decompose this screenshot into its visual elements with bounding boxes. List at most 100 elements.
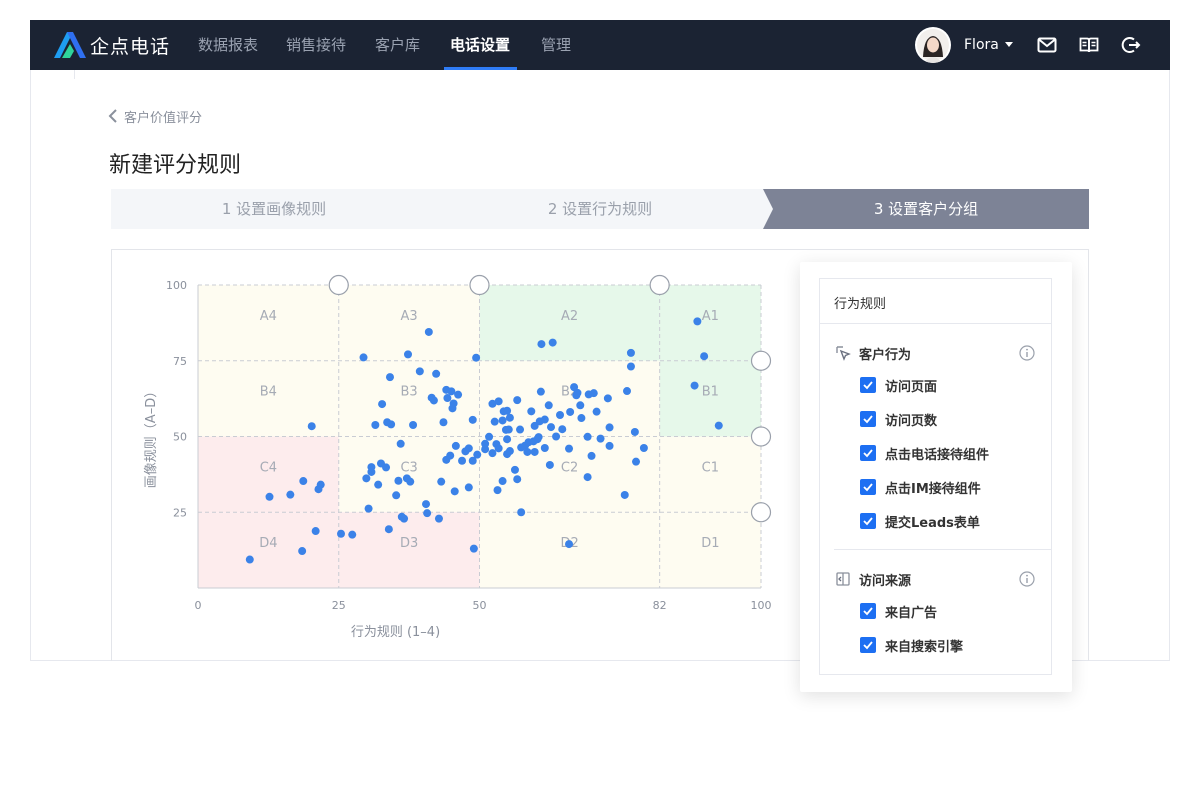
nav-item-sales[interactable]: 销售接待 [286,20,346,70]
checkbox-from-search[interactable]: 来自搜索引擎 [860,636,963,655]
info-icon[interactable] [1019,571,1035,587]
checkbox-submit-leads[interactable]: 提交Leads表单 [860,512,980,531]
data-point [378,400,387,409]
data-point [337,529,346,538]
data-point [392,491,401,500]
x-tick-label: 50 [473,599,487,612]
checkbox-checked-icon[interactable] [860,603,876,619]
data-point [400,514,409,523]
data-point [481,439,490,448]
data-point [513,475,522,484]
data-point [545,460,554,469]
data-point [422,500,431,509]
checkbox-checked-icon[interactable] [860,377,876,393]
avatar-portrait-icon [917,29,949,63]
x-tick-label: 25 [332,599,346,612]
data-point [577,414,586,423]
source-icon [836,572,850,586]
checkbox-visit-pages-count[interactable]: 访问页数 [860,410,938,429]
checkbox-click-im-widget[interactable]: 点击IM接待组件 [860,478,981,497]
data-point [513,396,522,405]
data-point [409,420,418,429]
checkbox-checked-icon[interactable] [860,445,876,461]
step-2[interactable]: 2 设置行为规则 [437,189,763,229]
drag-handle[interactable] [750,350,772,371]
y-axis-label: 画像规则（A–D） [144,385,159,488]
data-point [556,410,565,419]
data-point [632,457,641,466]
drag-handle[interactable] [469,274,490,296]
logout-icon[interactable] [1121,35,1141,55]
checkbox-checked-icon[interactable] [860,411,876,427]
avatar[interactable] [915,27,951,63]
data-point [385,373,394,382]
nav-item-manage[interactable]: 管理 [541,20,571,70]
checkbox-label: 访问页数 [885,413,938,429]
drag-handle[interactable] [328,274,349,296]
data-point [424,327,433,336]
brand-name: 企点电话 [90,35,171,58]
region-label: D1 [701,536,719,551]
y-tick-label: 50 [173,431,187,444]
mail-icon[interactable] [1037,35,1057,55]
region-label: A3 [401,309,418,324]
panel-title: 行为规则 [834,297,887,312]
checkbox-click-phone-widget[interactable]: 点击电话接待组件 [860,444,989,463]
book-icon[interactable] [1079,35,1099,55]
region-label: B1 [702,385,719,400]
data-point [432,369,441,378]
data-point [540,444,549,453]
region-label: C2 [561,460,578,475]
drag-handle[interactable] [750,426,772,447]
data-point [374,480,383,489]
drag-handle[interactable] [649,274,670,296]
data-point [359,353,368,362]
breadcrumb[interactable]: 客户价值评分 [108,106,202,126]
data-point [307,422,316,431]
checkbox-visit-page[interactable]: 访问页面 [860,376,937,395]
data-point [592,407,601,416]
data-point [394,476,403,485]
data-point [458,456,467,465]
step-1[interactable]: 1 设置画像规则 [111,189,437,229]
checkbox-checked-icon[interactable] [860,637,876,653]
checkbox-from-ads[interactable]: 来自广告 [860,602,937,621]
nav-item-customers[interactable]: 客户库 [375,20,420,70]
data-point [406,477,415,486]
data-point [311,527,320,536]
data-point [415,367,424,376]
data-point [552,432,561,441]
region-label: A1 [702,309,719,324]
data-point [603,394,612,403]
nav-item-phone-settings[interactable]: 电话设置 [450,20,510,70]
data-point [540,415,549,424]
data-point [566,407,575,416]
data-point [503,406,512,415]
checkbox-checked-icon[interactable] [860,513,876,529]
user-name[interactable]: Flora [964,20,999,70]
data-point [384,525,393,534]
data-point [714,421,723,430]
data-point [583,473,592,482]
nav-item-reports[interactable]: 数据报表 [198,20,258,70]
data-point [371,420,380,429]
drag-handle[interactable] [750,502,772,523]
data-point [464,483,473,492]
data-point [498,416,507,425]
user-menu-caret-icon[interactable] [1005,42,1013,47]
data-point [523,447,532,456]
data-point [587,451,596,460]
brand-logo[interactable]: 企点电话 [54,32,170,58]
data-point [451,441,460,450]
data-point [265,492,274,501]
data-point [298,547,307,556]
data-point [505,413,514,422]
info-icon[interactable] [1019,345,1035,361]
data-point [583,432,592,441]
step-3[interactable]: 3 设置客户分组 [763,189,1089,229]
checkbox-checked-icon[interactable] [860,479,876,495]
region-label: D4 [259,536,277,551]
y-tick-label: 25 [173,506,187,519]
region-label: A4 [260,309,277,324]
data-point [548,338,557,347]
